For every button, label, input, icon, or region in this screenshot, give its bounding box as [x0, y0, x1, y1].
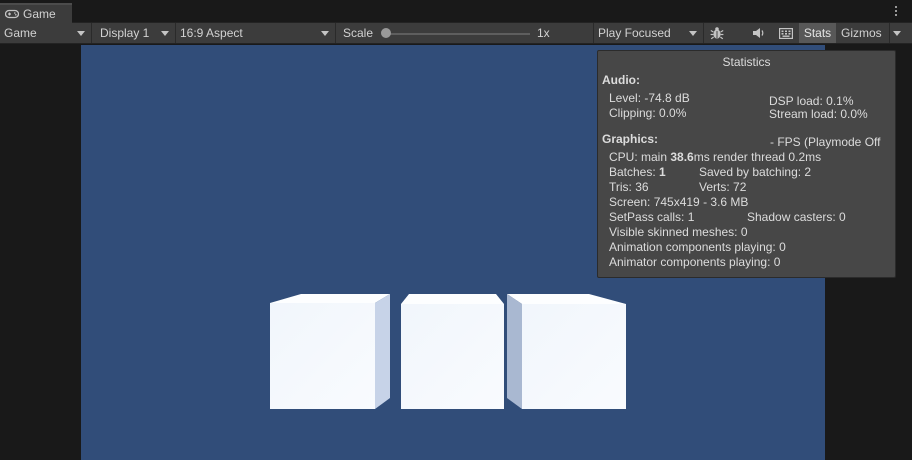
- chevron-down-icon: [77, 31, 85, 36]
- cpu-stats: CPU: main 38.6ms render thread 0.2ms: [609, 150, 822, 164]
- play-mode-dropdown[interactable]: Play Focused: [594, 23, 704, 43]
- chevron-down-icon: [161, 31, 169, 36]
- animation-components: Animation components playing: 0: [609, 240, 786, 254]
- view-mode-label: Game: [4, 26, 37, 40]
- keyboard-icon: [779, 27, 793, 39]
- audio-level: Level: -74.8 dB: [609, 91, 690, 105]
- display-label: Display 1: [100, 26, 150, 40]
- audio-heading: Audio:: [602, 73, 640, 87]
- more-options-icon[interactable]: [894, 6, 898, 18]
- setpass-calls: SetPass calls: 1: [609, 210, 695, 224]
- graphics-heading: Graphics:: [602, 132, 659, 146]
- cpu-main-value: 38.6: [670, 150, 694, 164]
- screen-size: Screen: 745x419 - 3.6 MB: [609, 195, 749, 209]
- audio-clipping: Clipping: 0.0%: [609, 106, 687, 120]
- scale-slider-thumb[interactable]: [381, 28, 391, 38]
- bug-icon: [710, 27, 724, 40]
- tab-bar: Game: [0, 0, 912, 23]
- saved-by-batching: Saved by batching: 2: [699, 165, 812, 179]
- gizmos-label: Gizmos: [841, 26, 882, 40]
- tab-game[interactable]: Game: [0, 3, 72, 23]
- dsp-load: DSP load: 0.1%: [769, 94, 854, 108]
- stream-load: Stream load: 0.0%: [769, 107, 868, 121]
- shortcuts-button[interactable]: [773, 23, 799, 43]
- skinned-meshes: Visible skinned meshes: 0: [609, 225, 748, 239]
- stats-title: Statistics: [722, 55, 771, 69]
- bug-button[interactable]: [706, 23, 728, 43]
- statistics-panel: Statistics Audio: Level: -74.8 dB Clippi…: [597, 50, 896, 278]
- speaker-icon: [753, 28, 764, 38]
- scale-slider-track[interactable]: [384, 33, 530, 35]
- chevron-down-icon[interactable]: [893, 31, 901, 36]
- chevron-down-icon: [689, 31, 697, 36]
- divider: [889, 23, 890, 43]
- batches: Batches: 1: [609, 165, 666, 179]
- display-dropdown[interactable]: Display 1: [96, 23, 176, 43]
- cube-left: [270, 294, 390, 409]
- aspect-label: 16:9 Aspect: [180, 26, 243, 40]
- stats-toggle[interactable]: Stats: [799, 23, 836, 43]
- cube-middle: [401, 294, 504, 409]
- game-toolbar: Game Display 1 16:9 Aspect Scale 1x Play…: [0, 23, 912, 44]
- play-mode-label: Play Focused: [598, 26, 671, 40]
- aspect-dropdown[interactable]: 16:9 Aspect: [176, 23, 336, 43]
- cube-right: [507, 294, 626, 409]
- scale-label: Scale: [343, 26, 374, 40]
- animator-components: Animator components playing: 0: [609, 255, 781, 269]
- tris: Tris: 36: [609, 180, 649, 194]
- batches-value: 1: [659, 165, 666, 179]
- verts: Verts: 72: [699, 180, 747, 194]
- gamepad-icon: [5, 9, 19, 19]
- fps: - FPS (Playmode Off: [770, 135, 881, 149]
- scale-value: 1x: [537, 26, 550, 40]
- mute-audio-button[interactable]: [746, 23, 772, 43]
- view-mode-dropdown[interactable]: Game: [0, 23, 92, 43]
- chevron-down-icon: [321, 31, 329, 36]
- stats-label: Stats: [803, 26, 832, 40]
- tab-label: Game: [23, 7, 56, 21]
- shadow-casters: Shadow casters: 0: [747, 210, 846, 224]
